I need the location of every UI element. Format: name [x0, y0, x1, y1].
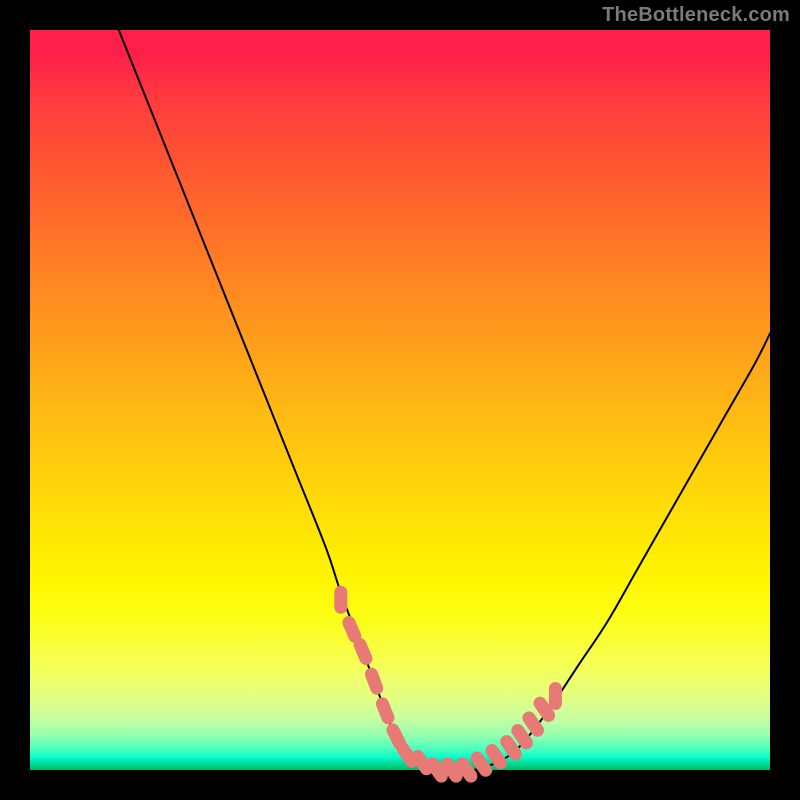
- attribution-text: TheBottleneck.com: [602, 4, 790, 27]
- range-marker: [549, 682, 562, 710]
- range-marker: [363, 666, 385, 697]
- bottleneck-curve: [119, 30, 770, 771]
- range-marker: [374, 695, 396, 726]
- plot-area: [30, 30, 770, 770]
- curve-svg: [30, 30, 770, 770]
- range-marker: [352, 636, 375, 667]
- range-marker: [334, 586, 347, 614]
- highlighted-range-markers: [334, 586, 562, 785]
- chart-frame: TheBottleneck.com: [0, 0, 800, 800]
